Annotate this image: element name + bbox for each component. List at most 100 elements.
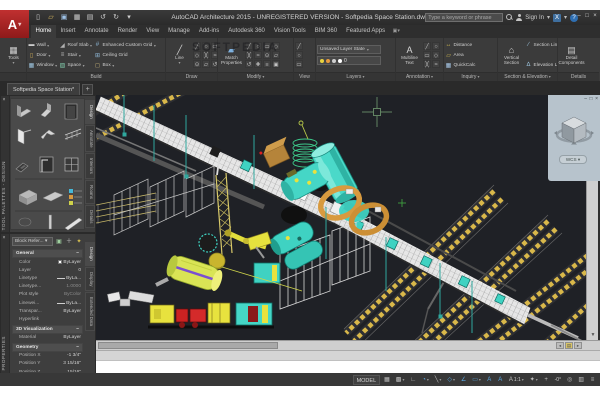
tool-item-bifold-door[interactable] <box>16 163 28 172</box>
ribbon-small-tool-icon[interactable]: ▭ <box>263 42 271 50</box>
command-history[interactable] <box>96 350 600 360</box>
qat-open-icon[interactable]: ▱ <box>46 13 56 23</box>
sign-in-button[interactable]: Sign In <box>525 15 544 21</box>
autoscale-icon[interactable]: A <box>496 375 505 385</box>
space-button[interactable]: ▨Space▾ <box>59 60 92 70</box>
qat-plot-icon[interactable]: ▤ <box>85 13 95 23</box>
application-menu-button[interactable]: A▾ <box>0 10 29 38</box>
tool-item-slab[interactable] <box>43 192 63 201</box>
section-line-button[interactable]: ∕Section Line <box>525 40 557 50</box>
tools-button[interactable]: ▦Tools▾ <box>1 39 26 71</box>
close-icon[interactable]: × <box>592 12 598 20</box>
multiline-text-button[interactable]: AMultiline Text <box>397 39 422 71</box>
ribbon-small-tool-icon[interactable]: ≈ <box>254 51 262 59</box>
collapse-icon[interactable]: − <box>76 326 79 333</box>
panel-label-modify[interactable]: Modify ▾ <box>218 72 293 81</box>
tab-render[interactable]: Render <box>113 25 142 38</box>
collapse-icon[interactable]: − <box>76 344 79 351</box>
stair-button[interactable]: ≡Stair▾ <box>59 50 92 60</box>
section-header-general[interactable]: General− <box>12 249 83 258</box>
ribbon-small-tool-icon[interactable]: ↺ <box>245 60 253 68</box>
ribbon-small-tool-icon[interactable]: ◇ <box>193 51 201 59</box>
search-icon[interactable] <box>506 14 513 21</box>
ribbon-small-tool-icon[interactable]: ▭ <box>423 51 431 59</box>
model-button[interactable]: MODEL <box>353 375 381 385</box>
new-drawing-tab-button[interactable]: + <box>82 84 93 95</box>
workspace-icon[interactable]: ✦▾ <box>528 375 540 385</box>
qat-saveas-icon[interactable]: ▦ <box>72 13 82 23</box>
tool-item-column[interactable] <box>19 218 31 226</box>
ribbon-small-tool-icon[interactable]: ◇ <box>432 51 440 59</box>
exchange-apps-icon[interactable]: X <box>553 14 561 22</box>
tab-annotate[interactable]: Annotate <box>80 25 113 38</box>
ribbon-small-tool-icon[interactable]: ↺ <box>211 60 217 68</box>
panel-label-inquiry[interactable]: Inquiry ▾ <box>444 72 497 81</box>
tool-item-beam[interactable] <box>65 218 82 230</box>
drawing-close-icon[interactable]: × <box>595 96 598 102</box>
command-input[interactable] <box>96 360 600 373</box>
line-button[interactable]: ╱Line▾ <box>167 39 192 71</box>
ribbon-small-tool-icon[interactable]: ╳ <box>202 51 210 59</box>
ribbon-small-tool-icon[interactable]: ▱ <box>272 51 280 59</box>
polar-icon[interactable]: ╲▾ <box>433 375 444 385</box>
horizontal-scroll-thumb[interactable] <box>98 342 278 349</box>
property-value[interactable]: 0 <box>78 268 81 273</box>
scroll-down-icon[interactable]: ▼ <box>587 330 599 340</box>
ribbon-small-tool-icon[interactable]: ⊙ <box>193 60 201 68</box>
drawing-restore-icon[interactable]: □ <box>590 96 593 102</box>
annotation-visibility-icon[interactable]: A <box>485 375 494 385</box>
select-objects-icon[interactable]: ＋ <box>65 238 73 246</box>
infer-icon[interactable]: ∟ <box>408 375 418 385</box>
property-value[interactable]: ByLayer <box>63 309 81 314</box>
customization-icon[interactable]: ≡ <box>588 375 597 385</box>
viewcube[interactable] <box>548 95 600 153</box>
ribbon-small-tool-icon[interactable]: ╱ <box>295 42 303 50</box>
property-value[interactable]: ByLayer <box>58 260 81 265</box>
property-value[interactable]: ByLayer <box>63 335 81 340</box>
property-value[interactable]: -1 3/4" <box>67 353 81 358</box>
layer-dropdown[interactable]: 0 <box>317 56 381 65</box>
tab-vision-tools[interactable]: Vision Tools <box>269 25 310 38</box>
panel-label-section[interactable]: Section & Elevation ▾ <box>498 72 557 81</box>
panel-label-view[interactable]: View <box>294 72 315 81</box>
ribbon-small-tool-icon[interactable]: ▣ <box>272 60 280 68</box>
properties-close-icon[interactable]: × <box>3 235 6 241</box>
tab-overflow-icon[interactable]: ▣▾ <box>390 25 400 38</box>
ribbon-small-tool-icon[interactable]: ○ <box>254 42 262 50</box>
property-value[interactable]: 3 15/16" <box>63 361 81 366</box>
tab-view[interactable]: View <box>142 25 164 38</box>
tool-item-window[interactable] <box>65 158 78 171</box>
ribbon-small-tool-icon[interactable]: ○ <box>295 51 303 59</box>
layout-icon[interactable]: ▤ <box>565 342 573 349</box>
ribbon-small-tool-icon[interactable]: ▭ <box>295 60 303 68</box>
panel-label-layers[interactable]: Layers ▾ <box>316 72 395 81</box>
horizontal-scrollbar[interactable]: ◂ ▤ ▸ <box>96 340 600 350</box>
snap-icon[interactable]: ▩▾ <box>394 375 407 385</box>
box-button[interactable]: ◻Box▾ <box>94 60 156 70</box>
property-value[interactable]: ByLa... <box>57 276 81 281</box>
ribbon-small-tool-icon[interactable]: ╳ <box>423 60 431 68</box>
tab-manage[interactable]: Manage <box>164 25 195 38</box>
object-type-dropdown[interactable]: Block Refer... ▾ <box>12 237 53 246</box>
annotation-monitor-icon[interactable]: + <box>542 375 551 385</box>
qat-redo-icon[interactable]: ↻ <box>111 13 121 23</box>
search-input[interactable]: Type a keyword or phrase <box>425 13 503 22</box>
cargo-box[interactable] <box>258 137 295 169</box>
property-value[interactable]: ByLa... <box>57 301 81 306</box>
tool-item-post[interactable] <box>49 215 52 229</box>
annotation-scale-button[interactable]: A1:1▾ <box>507 375 526 385</box>
collapse-icon[interactable]: − <box>76 250 79 257</box>
panel-label-build[interactable]: Build <box>27 72 165 81</box>
tool-item-door-frame[interactable] <box>40 157 53 172</box>
wcs-dropdown[interactable]: WCS ▾ <box>559 155 587 164</box>
grid-icon[interactable]: ▦ <box>382 375 392 385</box>
tool-item-door-dark[interactable] <box>65 104 77 119</box>
tool-item-door-open[interactable] <box>18 129 31 144</box>
door-button[interactable]: ▯Door▾ <box>28 50 57 60</box>
roof-slab-button[interactable]: ◢Roof Slab▾ <box>59 40 92 50</box>
window-button[interactable]: ▦Window▾ <box>28 60 57 70</box>
panel-label-details[interactable]: Details <box>558 72 599 81</box>
vertical-section-button[interactable]: ⌂Vertical Section <box>499 39 524 71</box>
ribbon-small-tool-icon[interactable]: ⊙ <box>263 51 271 59</box>
tool-item-style-legend[interactable] <box>69 189 82 205</box>
